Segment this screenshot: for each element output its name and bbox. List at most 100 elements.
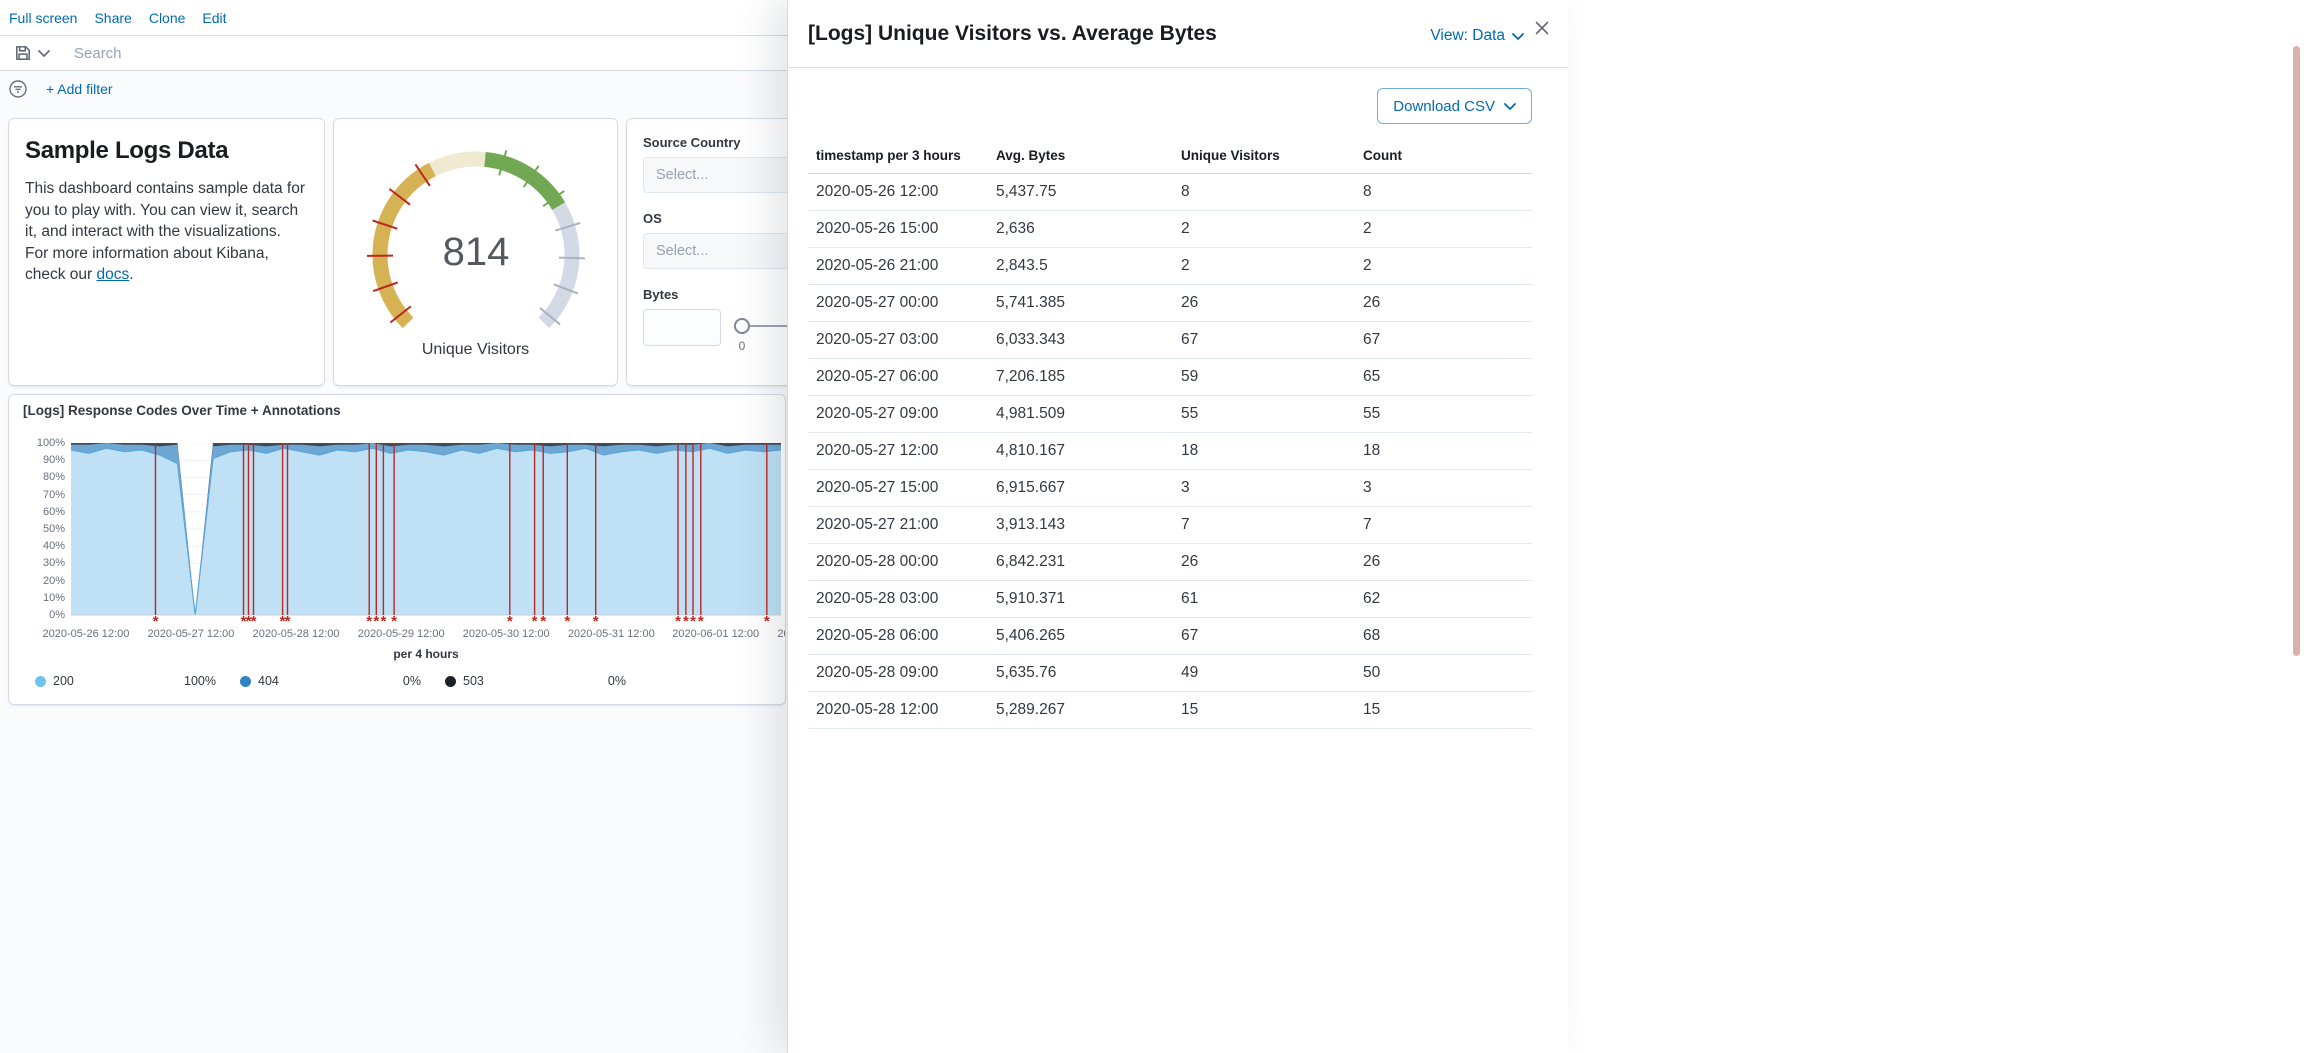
legend-value-404: 0% — [403, 674, 421, 688]
table-cell: 2,636 — [988, 211, 1173, 248]
saved-query-icon — [14, 44, 32, 62]
y-tick-label: 30% — [43, 557, 65, 569]
col-header-count: Count — [1355, 136, 1532, 174]
table-cell: 68 — [1355, 618, 1532, 655]
table-cell: 2 — [1355, 211, 1532, 248]
table-row: 2020-05-26 15:002,63622 — [808, 211, 1532, 248]
scrollbar-thumb[interactable] — [2293, 46, 2300, 656]
x-tick-label: 2020-05-31 12:00 — [568, 628, 655, 640]
legend-item-503[interactable]: 503 0% — [445, 674, 626, 688]
y-tick-label: 10% — [43, 592, 65, 604]
table-cell: 2020-05-27 00:00 — [808, 285, 988, 322]
table-row: 2020-05-28 03:005,910.3716162 — [808, 581, 1532, 618]
x-tick-label: 2020-06-02 12:00 — [777, 628, 786, 640]
table-row: 2020-05-27 03:006,033.3436767 — [808, 322, 1532, 359]
area-series — [71, 448, 781, 615]
response-codes-plot: ******************** — [71, 443, 781, 633]
close-button[interactable] — [1530, 16, 1554, 40]
table-row: 2020-05-27 00:005,741.3852626 — [808, 285, 1532, 322]
gauge-range-arc — [380, 169, 432, 322]
table-cell: 15 — [1173, 692, 1355, 729]
table-cell: 5,635.76 — [988, 655, 1173, 692]
table-cell: 49 — [1173, 655, 1355, 692]
os-placeholder: Select... — [656, 243, 708, 259]
legend-item-200[interactable]: 200 100% — [35, 674, 216, 688]
view-selector-button[interactable]: View: Data — [1430, 27, 1524, 45]
response-codes-panel: [Logs] Response Codes Over Time + Annota… — [8, 394, 786, 705]
clone-link[interactable]: Clone — [149, 10, 186, 26]
table-cell: 2020-05-26 15:00 — [808, 211, 988, 248]
table-cell: 2020-05-27 12:00 — [808, 433, 988, 470]
table-row: 2020-05-26 12:005,437.7588 — [808, 174, 1532, 211]
chevron-down-icon — [38, 50, 50, 57]
table-cell: 4,810.167 — [988, 433, 1173, 470]
table-cell: 55 — [1355, 396, 1532, 433]
table-cell: 65 — [1355, 359, 1532, 396]
docs-link[interactable]: docs — [97, 266, 130, 283]
flyout-header: [Logs] Unique Visitors vs. Average Bytes… — [788, 0, 1568, 68]
flyout-title: [Logs] Unique Visitors vs. Average Bytes — [808, 22, 1217, 46]
view-selector-label: View: Data — [1430, 27, 1505, 45]
table-cell: 67 — [1173, 322, 1355, 359]
x-tick-label: 2020-06-01 12:00 — [672, 628, 759, 640]
edit-link[interactable]: Edit — [202, 10, 226, 26]
search-input[interactable]: Search — [74, 45, 122, 62]
download-row: Download CSV — [808, 88, 1532, 124]
gauge-range-arc — [544, 206, 572, 323]
legend-label-503: 503 — [463, 674, 484, 688]
col-header-timestamp: timestamp per 3 hours — [808, 136, 988, 174]
table-cell: 3 — [1173, 470, 1355, 507]
table-row: 2020-05-27 06:007,206.1855965 — [808, 359, 1532, 396]
flyout-table-body: 2020-05-26 12:005,437.75882020-05-26 15:… — [808, 174, 1532, 729]
download-csv-label: Download CSV — [1393, 98, 1495, 115]
table-cell: 26 — [1173, 285, 1355, 322]
table-cell: 7 — [1173, 507, 1355, 544]
col-header-unique-visitors: Unique Visitors — [1173, 136, 1355, 174]
table-cell: 5,289.267 — [988, 692, 1173, 729]
x-axis-labels: 2020-05-26 12:002020-05-27 12:002020-05-… — [71, 628, 781, 644]
y-tick-label: 20% — [43, 575, 65, 587]
add-filter-button[interactable]: + Add filter — [46, 81, 113, 97]
filter-icon[interactable] — [8, 79, 28, 99]
x-tick-label: 2020-05-26 12:00 — [42, 628, 129, 640]
legend-item-404[interactable]: 404 0% — [240, 674, 421, 688]
legend-value-503: 0% — [608, 674, 626, 688]
table-header-row: timestamp per 3 hours Avg. Bytes Unique … — [808, 136, 1532, 174]
unique-visitors-gauge-panel: 814 Unique Visitors — [333, 118, 618, 386]
table-cell: 2020-05-26 21:00 — [808, 248, 988, 285]
x-axis-title: per 4 hours — [71, 647, 781, 661]
data-flyout: [Logs] Unique Visitors vs. Average Bytes… — [787, 0, 1568, 1053]
bytes-slider-handle[interactable] — [734, 318, 750, 334]
legend-value-200: 100% — [184, 674, 216, 688]
table-cell: 26 — [1173, 544, 1355, 581]
table-cell: 50 — [1355, 655, 1532, 692]
y-tick-label: 90% — [43, 454, 65, 466]
table-cell: 18 — [1173, 433, 1355, 470]
share-link[interactable]: Share — [94, 10, 131, 26]
table-cell: 8 — [1355, 174, 1532, 211]
x-tick-label: 2020-05-29 12:00 — [358, 628, 445, 640]
saved-query-button[interactable] — [0, 36, 58, 70]
table-cell: 2020-05-27 09:00 — [808, 396, 988, 433]
source-country-placeholder: Select... — [656, 167, 708, 183]
table-row: 2020-05-27 15:006,915.66733 — [808, 470, 1532, 507]
sample-body-text: This dashboard contains sample data for … — [25, 180, 305, 283]
gauge-range-arc — [485, 159, 559, 206]
table-cell: 2020-05-28 09:00 — [808, 655, 988, 692]
full-screen-link[interactable]: Full screen — [9, 10, 77, 26]
table-cell: 62 — [1355, 581, 1532, 618]
x-tick-label: 2020-05-28 12:00 — [253, 628, 340, 640]
table-row: 2020-05-28 06:005,406.2656768 — [808, 618, 1532, 655]
table-cell: 2020-05-27 06:00 — [808, 359, 988, 396]
legend-dot-200 — [35, 676, 46, 687]
table-cell: 7,206.185 — [988, 359, 1173, 396]
bytes-input[interactable] — [643, 309, 721, 346]
y-axis-labels: 100%90%80%70%60%50%40%30%20%10%0% — [9, 395, 65, 635]
y-tick-label: 80% — [43, 471, 65, 483]
table-cell: 6,033.343 — [988, 322, 1173, 359]
table-row: 2020-05-28 00:006,842.2312626 — [808, 544, 1532, 581]
chart-legend: 200 100% 404 0% 503 0% — [35, 674, 626, 688]
download-csv-button[interactable]: Download CSV — [1377, 88, 1532, 124]
col-header-avg-bytes: Avg. Bytes — [988, 136, 1173, 174]
table-cell: 26 — [1355, 544, 1532, 581]
